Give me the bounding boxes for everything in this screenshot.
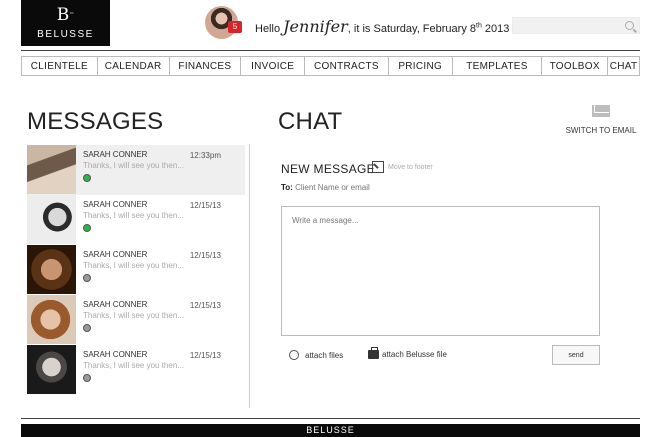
message-preview: Thanks, I will see you then... (83, 311, 184, 320)
logo-mark: B™ (56, 5, 75, 25)
footer-bar: BELUSSE (21, 424, 640, 437)
contact-photo (27, 245, 76, 294)
message-time: 12:33pm (189, 151, 221, 160)
nav-item-contracts[interactable]: CONTRACTS (304, 57, 388, 75)
move-to-footer-label: Move to footer (388, 163, 433, 171)
new-message-heading: NEW MESSAGE (281, 162, 375, 176)
message-item[interactable]: SARAH CONNER 12:33pm Thanks, I will see yo… (27, 145, 245, 195)
paperclip-icon (286, 347, 302, 363)
user-name: Jennifer (283, 17, 348, 36)
message-preview: Thanks, I will see you then... (83, 211, 184, 220)
contact-name: SARAH CONNER (83, 150, 148, 159)
contact-photo (27, 195, 76, 244)
nav-item-pricing[interactable]: PRICING (387, 57, 452, 75)
message-preview: Thanks, I will see you then... (83, 161, 184, 170)
message-box (281, 206, 600, 336)
main-nav: CLIENTELE CALENDAR FINANCES INVOICE CONTRACT… (21, 56, 640, 76)
to-row: To: (281, 183, 436, 192)
nav-item-chat[interactable]: CHAT (607, 57, 639, 75)
message-item[interactable]: SARAH CONNER 12/15/13 Thanks, I will see y… (27, 195, 245, 245)
message-preview: Thanks, I will see you then... (83, 361, 184, 370)
current-date: Saturday, February 8th 2013 (373, 22, 510, 35)
move-arrow-icon (372, 161, 384, 173)
contact-name: SARAH CONNER (83, 250, 148, 259)
greeting: Hello Jennifer, it is Saturday, February… (255, 17, 510, 36)
search-box[interactable] (512, 17, 640, 34)
status-dot-offline (83, 274, 91, 282)
switch-to-email-button[interactable]: SWITCH TO EMAIL (565, 104, 637, 135)
messages-title: MESSAGES (27, 108, 164, 135)
recipient-input[interactable] (295, 183, 436, 192)
attach-files-button[interactable]: attach files (286, 347, 344, 363)
nav-divider (21, 50, 640, 51)
switch-to-email-label: SWITCH TO EMAIL (565, 126, 637, 135)
footer-divider (21, 418, 640, 419)
footer-brand: BELUSSE (306, 425, 355, 435)
attach-belusse-label: attach Belusse file (382, 350, 447, 359)
contact-name: SARAH CONNER (83, 300, 148, 309)
contact-name: SARAH CONNER (83, 200, 148, 209)
contact-photo (27, 345, 76, 394)
contact-name: SARAH CONNER (83, 350, 148, 359)
move-to-footer-button[interactable]: Move to footer (372, 161, 433, 173)
briefcase-icon (368, 347, 379, 359)
logo-name: BELUSSE (37, 29, 94, 40)
brand-logo[interactable]: B™ BELUSSE (21, 0, 110, 46)
nav-item-invoice[interactable]: INVOICE (240, 57, 304, 75)
column-divider (249, 144, 250, 408)
notification-badge[interactable]: 5 (228, 21, 242, 33)
nav-item-templates[interactable]: TEMPLATES (451, 57, 542, 75)
send-button[interactable]: send (552, 345, 600, 365)
attach-files-label: attach files (305, 350, 344, 360)
nav-item-clientele[interactable]: CLIENTELE (22, 57, 97, 75)
message-textarea[interactable] (282, 207, 599, 335)
attach-belusse-file-button[interactable]: attach Belusse file (368, 347, 447, 359)
contact-photo (27, 145, 76, 194)
message-time: 12/15/13 (189, 251, 221, 260)
message-list: SARAH CONNER 12:33pm Thanks, I will see yo… (27, 145, 245, 395)
nav-item-calendar[interactable]: CALENDAR (96, 57, 169, 75)
search-icon[interactable] (625, 21, 634, 30)
nav-item-toolbox[interactable]: TOOLBOX (541, 57, 607, 75)
status-dot-online (83, 224, 91, 232)
message-item[interactable]: SARAH CONNER 12/15/13 Thanks, I will see y… (27, 245, 245, 295)
message-item[interactable]: SARAH CONNER 12/15/13 Thanks, I will see y… (27, 345, 245, 395)
status-dot-online (83, 174, 91, 182)
contact-photo (27, 295, 76, 344)
message-item[interactable]: SARAH CONNER 12/15/13 Thanks, I will see y… (27, 295, 245, 345)
nav-item-finances[interactable]: FINANCES (168, 57, 241, 75)
user-avatar[interactable]: 5 (205, 6, 242, 39)
status-dot-offline (83, 324, 91, 332)
envelope-icon (592, 105, 610, 117)
to-label: To: (281, 183, 293, 192)
status-dot-offline (83, 374, 91, 382)
chat-title: CHAT (278, 108, 343, 135)
message-time: 12/15/13 (189, 301, 221, 310)
message-time: 12/15/13 (189, 201, 221, 210)
message-time: 12/15/13 (189, 351, 221, 360)
message-preview: Thanks, I will see you then... (83, 261, 184, 270)
